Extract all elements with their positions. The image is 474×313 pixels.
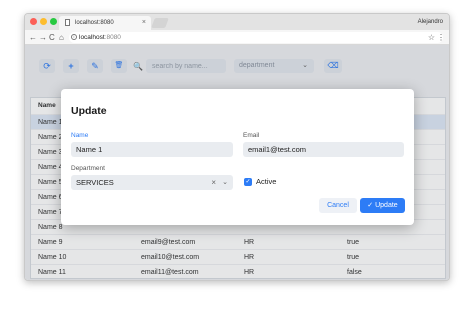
tab-close-icon[interactable]: ×: [142, 16, 146, 30]
name-field-value: Name 1: [76, 145, 103, 154]
active-checkbox[interactable]: ✓: [244, 178, 252, 186]
check-icon: ✓: [245, 179, 251, 185]
update-button[interactable]: ✓ Update: [360, 198, 405, 213]
name-field-label: Name: [71, 132, 89, 139]
active-checkbox-label: Active: [256, 177, 277, 186]
info-icon[interactable]: i: [71, 34, 77, 40]
address-bar: ← → C ⌂ i localhost:8080 ☆ ⋮: [25, 30, 449, 45]
cancel-button[interactable]: Cancel: [319, 198, 357, 213]
url-host: localhost: [79, 34, 105, 41]
email-field[interactable]: email1@test.com: [243, 142, 404, 157]
page-icon: [65, 19, 70, 26]
department-field-label: Department: [71, 165, 105, 172]
update-dialog: Update Name Name 1 Email email1@test.com…: [61, 89, 414, 225]
bookmark-star-icon[interactable]: ☆: [428, 32, 435, 43]
department-combo-box[interactable]: SERVICES × ⌄: [71, 175, 233, 190]
tab-title: localhost:8080: [75, 20, 114, 26]
close-window-button[interactable]: [30, 18, 37, 25]
browser-user-name[interactable]: Alejandro: [418, 15, 443, 29]
url-port: :8080: [104, 34, 121, 41]
forward-icon[interactable]: →: [39, 32, 47, 43]
maximize-window-button[interactable]: [50, 18, 57, 25]
url-input[interactable]: i localhost:8080: [69, 32, 443, 43]
new-tab-button[interactable]: [151, 18, 169, 28]
chevron-down-icon[interactable]: ⌄: [222, 175, 228, 190]
browser-titlebar: localhost:8080 × Alejandro: [25, 14, 449, 30]
browser-tab[interactable]: localhost:8080 ×: [59, 16, 151, 30]
dialog-title: Update: [71, 105, 107, 117]
browser-window: localhost:8080 × Alejandro ← → C ⌂ i loc…: [24, 13, 450, 281]
back-icon[interactable]: ←: [29, 32, 37, 43]
home-icon[interactable]: ⌂: [59, 32, 64, 43]
email-field-value: email1@test.com: [248, 145, 307, 154]
name-field[interactable]: Name 1: [71, 142, 233, 157]
reload-icon[interactable]: C: [49, 32, 55, 43]
email-field-label: Email: [243, 132, 260, 139]
browser-menu-icon[interactable]: ⋮: [437, 32, 445, 43]
department-field-value: SERVICES: [76, 178, 114, 187]
clear-icon[interactable]: ×: [211, 175, 216, 190]
minimize-window-button[interactable]: [40, 18, 47, 25]
